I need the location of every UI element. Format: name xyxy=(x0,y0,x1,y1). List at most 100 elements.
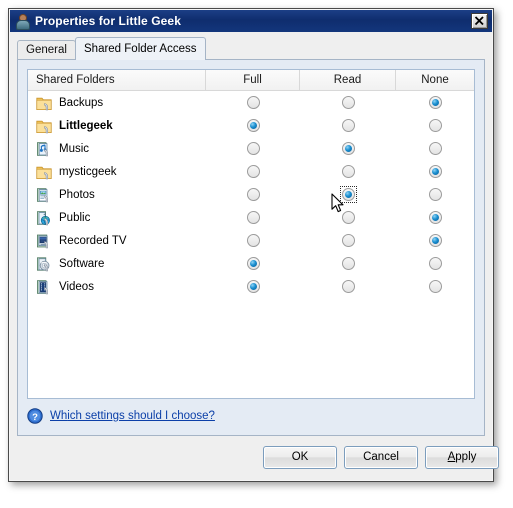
radio-videos-full[interactable] xyxy=(246,280,260,293)
screen: Properties for Little Geek General Share… xyxy=(0,0,513,508)
folder-name-label: Software xyxy=(59,257,105,270)
access-cell-none xyxy=(396,91,474,114)
table-row[interactable]: Photos xyxy=(28,183,474,206)
folder-shared-icon xyxy=(36,120,52,133)
access-cell-read xyxy=(300,275,396,298)
help-link-row: ? Which settings should I choose? xyxy=(27,408,215,424)
access-cell-full xyxy=(206,160,300,183)
radio-public-full[interactable] xyxy=(246,211,260,224)
radio-littlegeek-full[interactable] xyxy=(246,119,260,132)
access-cell-read xyxy=(300,252,396,275)
apply-button[interactable]: Apply xyxy=(425,446,499,469)
table-row[interactable]: Music xyxy=(28,137,474,160)
table-row[interactable]: Backups xyxy=(28,91,474,114)
close-button[interactable] xyxy=(471,13,488,29)
radio-wrapper xyxy=(427,209,444,226)
radio-backups-full[interactable] xyxy=(246,96,260,109)
table-row[interactable]: Littlegeek xyxy=(28,114,474,137)
table-row[interactable]: Public xyxy=(28,206,474,229)
radio-wrapper xyxy=(427,94,444,111)
radio-wrapper xyxy=(245,209,262,226)
title-bar: Properties for Little Geek xyxy=(10,10,492,32)
tab-strip: General Shared Folder Access xyxy=(17,37,485,60)
access-cell-read xyxy=(300,183,396,206)
music-folder-icon xyxy=(37,141,48,156)
tab-shared-folder-access[interactable]: Shared Folder Access xyxy=(75,37,206,60)
folder-name-label: Videos xyxy=(59,280,94,293)
radio-recorded-tv-none[interactable] xyxy=(428,234,442,247)
help-link-accel: Wh xyxy=(50,410,68,422)
radio-mysticgeek-read[interactable] xyxy=(341,165,355,178)
folder-name-cell: Littlegeek xyxy=(28,118,206,134)
radio-wrapper xyxy=(245,163,262,180)
folder-name-cell: Videos xyxy=(28,279,206,295)
table-row[interactable]: Videos xyxy=(28,275,474,298)
radio-software-full[interactable] xyxy=(246,257,260,270)
shared-folders-listbox[interactable]: Shared Folders Full Read None Backups Li… xyxy=(27,69,475,399)
ok-button[interactable]: OK xyxy=(263,446,337,469)
radio-public-read[interactable] xyxy=(341,211,355,224)
radio-backups-read[interactable] xyxy=(341,96,355,109)
radio-wrapper xyxy=(340,140,357,157)
table-row[interactable]: Recorded TV xyxy=(28,229,474,252)
radio-wrapper xyxy=(340,209,357,226)
access-cell-full xyxy=(206,206,300,229)
radio-recorded-tv-full[interactable] xyxy=(246,234,260,247)
access-cell-none xyxy=(396,183,474,206)
folder-name-cell: Software xyxy=(28,256,206,272)
access-cell-read xyxy=(300,229,396,252)
radio-videos-none[interactable] xyxy=(428,280,442,293)
radio-backups-none[interactable] xyxy=(428,96,442,109)
radio-music-full[interactable] xyxy=(246,142,260,155)
radio-littlegeek-read[interactable] xyxy=(341,119,355,132)
column-header-shared-folders: Shared Folders xyxy=(28,70,206,90)
radio-littlegeek-none[interactable] xyxy=(428,119,442,132)
access-cell-full xyxy=(206,252,300,275)
radio-wrapper xyxy=(427,163,444,180)
radio-wrapper xyxy=(340,278,357,295)
radio-photos-none[interactable] xyxy=(428,188,442,201)
radio-photos-read[interactable] xyxy=(341,188,355,201)
access-cell-read xyxy=(300,160,396,183)
folder-name-cell: Music xyxy=(28,141,206,157)
user-icon xyxy=(14,13,30,30)
radio-software-read[interactable] xyxy=(341,257,355,270)
radio-music-none[interactable] xyxy=(428,142,442,155)
access-cell-full xyxy=(206,114,300,137)
radio-wrapper xyxy=(245,186,262,203)
folder-name-label: Photos xyxy=(59,188,95,201)
access-cell-full xyxy=(206,183,300,206)
radio-recorded-tv-read[interactable] xyxy=(341,234,355,247)
radio-public-none[interactable] xyxy=(428,211,442,224)
folder-name-cell: Backups xyxy=(28,95,206,111)
radio-mysticgeek-none[interactable] xyxy=(428,165,442,178)
folder-name-cell: Photos xyxy=(28,187,206,203)
radio-wrapper xyxy=(339,186,357,203)
radio-wrapper xyxy=(245,255,262,272)
table-body: Backups Littlegeek Music mysticgeek Phot… xyxy=(28,91,474,298)
radio-music-read[interactable] xyxy=(341,142,355,155)
help-question-icon: ? xyxy=(27,408,43,424)
properties-dialog: Properties for Little Geek General Share… xyxy=(8,8,499,482)
radio-wrapper xyxy=(340,232,357,249)
radio-mysticgeek-full[interactable] xyxy=(246,165,260,178)
tab-general[interactable]: General xyxy=(17,40,76,59)
access-cell-none xyxy=(396,275,474,298)
folder-name-cell: Public xyxy=(28,210,206,226)
access-cell-read xyxy=(300,137,396,160)
tab-page-shared-folder-access: Shared Folders Full Read None Backups Li… xyxy=(17,59,485,436)
cancel-button[interactable]: Cancel xyxy=(344,446,418,469)
radio-wrapper xyxy=(427,140,444,157)
table-row[interactable]: Software xyxy=(28,252,474,275)
access-cell-none xyxy=(396,206,474,229)
radio-wrapper xyxy=(427,255,444,272)
radio-software-none[interactable] xyxy=(428,257,442,270)
video-folder-icon xyxy=(37,279,48,294)
pictures-folder-icon xyxy=(37,187,48,202)
table-row[interactable]: mysticgeek xyxy=(28,160,474,183)
radio-videos-read[interactable] xyxy=(341,280,355,293)
radio-photos-full[interactable] xyxy=(246,188,260,201)
radio-wrapper xyxy=(245,278,262,295)
which-settings-help-link[interactable]: Which settings should I choose? xyxy=(50,410,215,422)
access-cell-full xyxy=(206,137,300,160)
